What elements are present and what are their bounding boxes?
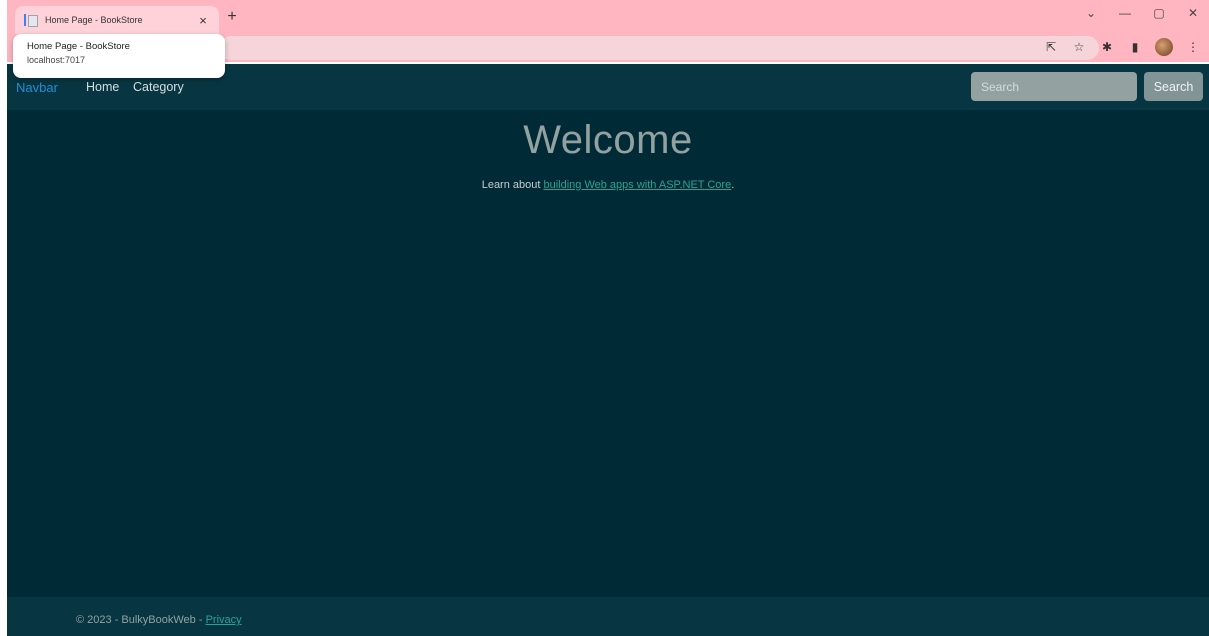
restore-icon[interactable]: ▢ [1149,6,1169,20]
footer-text: © 2023 - BulkyBookWeb - Privacy [76,614,242,626]
site-footer: © 2023 - BulkyBookWeb - Privacy [7,597,1209,636]
browser-window: Home Page - BookStore × + ⌄ — ▢ ✕ ⇱ ☆ ✱ … [7,0,1209,636]
tab-strip: Home Page - BookStore × + ⌄ — ▢ ✕ [7,0,1209,34]
main-content: Welcome Learn about building Web apps wi… [7,110,1209,191]
minimize-icon[interactable]: — [1115,6,1135,20]
new-tab-icon[interactable]: + [223,8,241,26]
tab-hover-tooltip: Home Page - BookStore localhost:7017 [13,34,225,78]
nav-link-category[interactable]: Category [133,80,184,94]
navbar-brand-link[interactable]: Navbar [16,80,58,95]
aspnet-docs-link[interactable]: building Web apps with ASP.NET Core [543,179,731,191]
window-controls: ⌄ — ▢ ✕ [1081,6,1203,20]
intro-prefix: Learn about [481,179,544,191]
tab-close-icon[interactable]: × [195,13,211,28]
nav-link-home[interactable]: Home [86,80,119,94]
address-bar[interactable] [219,36,1099,60]
page-title: Welcome [523,118,693,162]
toolbar-icons: ⇱ ☆ ✱ ▮ ⋮ [1043,38,1201,56]
search-button[interactable]: Search [1144,72,1203,101]
page-favicon-icon [23,13,38,27]
privacy-link[interactable]: Privacy [206,614,242,626]
extensions-puzzle-icon[interactable]: ✱ [1099,40,1115,54]
share-icon[interactable]: ⇱ [1043,40,1059,54]
tooltip-title: Home Page - BookStore [27,41,130,52]
intro-suffix: . [731,179,735,191]
bookmark-star-icon[interactable]: ☆ [1071,40,1087,54]
tooltip-url: localhost:7017 [27,55,86,65]
browser-menu-icon[interactable]: ⋮ [1185,40,1201,54]
tab-title: Home Page - BookStore [45,15,143,25]
side-panel-icon[interactable]: ▮ [1127,40,1143,54]
tab-home-page[interactable]: Home Page - BookStore × [15,6,219,34]
tab-search-chevron-icon[interactable]: ⌄ [1081,6,1101,20]
profile-avatar[interactable] [1155,38,1173,56]
intro-text: Learn about building Web apps with ASP.N… [7,179,1209,191]
close-window-icon[interactable]: ✕ [1183,6,1203,20]
search-input[interactable] [971,72,1137,101]
copyright-text: © 2023 - BulkyBookWeb - [76,614,206,626]
